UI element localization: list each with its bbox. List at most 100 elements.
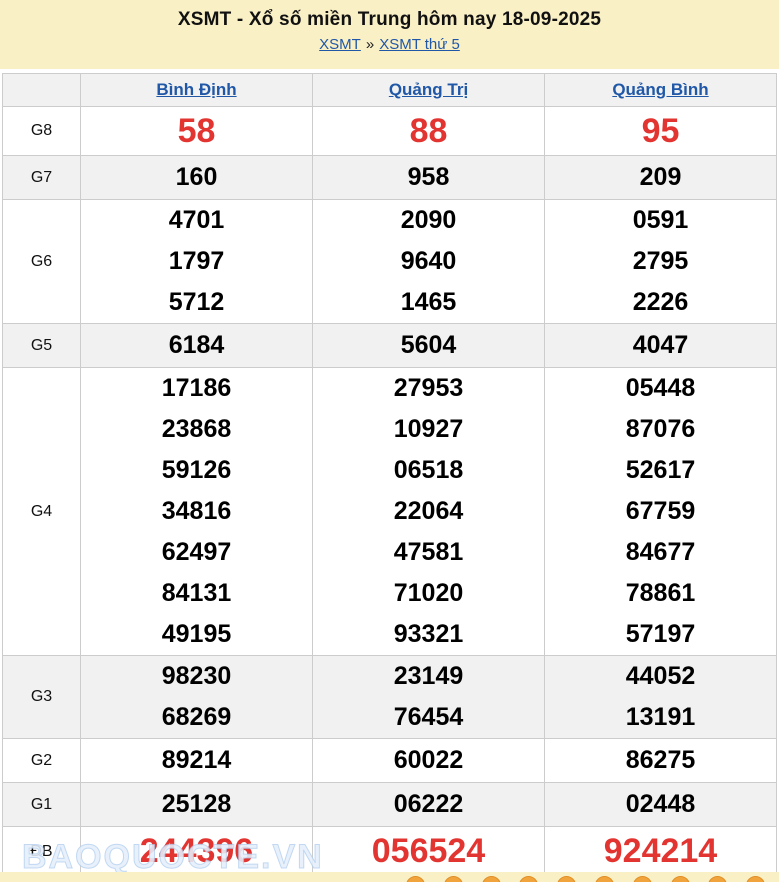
prize-number: 05448 — [545, 368, 776, 409]
ball-icon — [595, 876, 614, 882]
prize-number: 86275 — [545, 740, 776, 781]
prize-number: 44052 — [545, 656, 776, 697]
prize-row-G1: G1251280622202448 — [3, 783, 777, 827]
prize-cell: 17186238685912634816624978413149195 — [81, 368, 313, 656]
prize-number: 958 — [313, 157, 544, 198]
prize-number: 62497 — [81, 532, 312, 573]
lottery-balls-strip — [0, 872, 779, 882]
prize-number: 924214 — [545, 827, 776, 876]
prize-number: 67759 — [545, 491, 776, 532]
province-link-2[interactable]: Quảng Trị — [389, 80, 468, 99]
prize-label-G6: G6 — [3, 200, 81, 324]
prize-cell: 2314976454 — [313, 656, 545, 739]
prize-cell: 9823068269 — [81, 656, 313, 739]
prize-number: 0591 — [545, 200, 776, 241]
page-title: XSMT - Xổ số miền Trung hôm nay 18-09-20… — [0, 9, 779, 31]
province-column-header: Bình Định — [81, 74, 313, 107]
prize-number: 52617 — [545, 450, 776, 491]
province-link-3[interactable]: Quảng Bình — [612, 80, 708, 99]
prize-number: 5604 — [313, 325, 544, 366]
prize-number: 25128 — [81, 784, 312, 825]
prize-cell: 209096401465 — [313, 200, 545, 324]
prize-row-G3: G3982306826923149764544405213191 — [3, 656, 777, 739]
prize-cell: 27953109270651822064475817102093321 — [313, 368, 545, 656]
prize-cell: 02448 — [545, 783, 777, 827]
prize-number: 1797 — [81, 241, 312, 282]
prize-number: 93321 — [313, 614, 544, 655]
prize-row-G4: G417186238685912634816624978413149195279… — [3, 368, 777, 656]
prize-cell: 470117975712 — [81, 200, 313, 324]
prize-row-G2: G2892146002286275 — [3, 739, 777, 783]
prize-number: 160 — [81, 157, 312, 198]
province-column-header: Quảng Bình — [545, 74, 777, 107]
prize-row-G6: G6470117975712209096401465059127952226 — [3, 200, 777, 324]
prize-number: 71020 — [313, 573, 544, 614]
prize-number: 68269 — [81, 697, 312, 738]
ball-icon — [444, 876, 463, 882]
prize-cell: 89214 — [81, 739, 313, 783]
prize-label-G5: G5 — [3, 324, 81, 368]
prize-label-G7: G7 — [3, 156, 81, 200]
prize-number: 5712 — [81, 282, 312, 323]
prize-number: 2090 — [313, 200, 544, 241]
prize-label-G1: G1 — [3, 783, 81, 827]
prize-cell: 160 — [81, 156, 313, 200]
prize-number: 58 — [81, 107, 312, 155]
prize-number: 13191 — [545, 697, 776, 738]
prize-number: 95 — [545, 107, 776, 155]
prize-number: 2226 — [545, 282, 776, 323]
province-link-1[interactable]: Bình Định — [156, 80, 236, 99]
page-header: XSMT - Xổ số miền Trung hôm nay 18-09-20… — [0, 0, 779, 69]
prize-cell: 4047 — [545, 324, 777, 368]
prize-number: 23149 — [313, 656, 544, 697]
prize-number: 4701 — [81, 200, 312, 241]
prize-number: 17186 — [81, 368, 312, 409]
ball-icon — [482, 876, 501, 882]
prize-number: 06518 — [313, 450, 544, 491]
prize-number: 10927 — [313, 409, 544, 450]
prize-number: 47581 — [313, 532, 544, 573]
breadcrumb-separator: » — [366, 36, 374, 53]
prize-number: 76454 — [313, 697, 544, 738]
breadcrumb: XSMT » XSMT thứ 5 — [0, 36, 779, 54]
prize-cell: 924214 — [545, 827, 777, 877]
prize-cell: 056524 — [313, 827, 545, 877]
prize-label-G2: G2 — [3, 739, 81, 783]
prize-number: 9640 — [313, 241, 544, 282]
prize-cell: 059127952226 — [545, 200, 777, 324]
prize-cell: 244396 — [81, 827, 313, 877]
ball-icon — [671, 876, 690, 882]
prize-cell: 60022 — [313, 739, 545, 783]
prize-label-G4: G4 — [3, 368, 81, 656]
prize-row-G7: G7160958209 — [3, 156, 777, 200]
prize-number: 2795 — [545, 241, 776, 282]
ball-icon — [633, 876, 652, 882]
prize-cell: 25128 — [81, 783, 313, 827]
prize-row-G5: G5618456044047 — [3, 324, 777, 368]
prize-number: 60022 — [313, 740, 544, 781]
prize-number: 209 — [545, 157, 776, 198]
prize-label-ĐB: ĐB — [3, 827, 81, 877]
prize-cell: 95 — [545, 107, 777, 156]
prize-number: 23868 — [81, 409, 312, 450]
prize-number: 02448 — [545, 784, 776, 825]
prize-number: 056524 — [313, 827, 544, 876]
prize-cell: 86275 — [545, 739, 777, 783]
prize-number: 88 — [313, 107, 544, 155]
ball-icon — [557, 876, 576, 882]
prize-cell: 4405213191 — [545, 656, 777, 739]
prize-number: 78861 — [545, 573, 776, 614]
prize-cell: 958 — [313, 156, 545, 200]
prize-number: 57197 — [545, 614, 776, 655]
ball-icon — [746, 876, 765, 882]
ball-icon — [519, 876, 538, 882]
prize-label-G8: G8 — [3, 107, 81, 156]
breadcrumb-link-xsmt-thu-5[interactable]: XSMT thứ 5 — [379, 36, 460, 53]
prize-cell: 209 — [545, 156, 777, 200]
prize-cell: 05448870765261767759846777886157197 — [545, 368, 777, 656]
prize-number: 34816 — [81, 491, 312, 532]
prize-number: 49195 — [81, 614, 312, 655]
breadcrumb-link-xsmt[interactable]: XSMT — [319, 36, 361, 53]
results-table: Bình ĐịnhQuảng TrịQuảng Bình G8588895G71… — [2, 73, 777, 877]
prize-number: 1465 — [313, 282, 544, 323]
